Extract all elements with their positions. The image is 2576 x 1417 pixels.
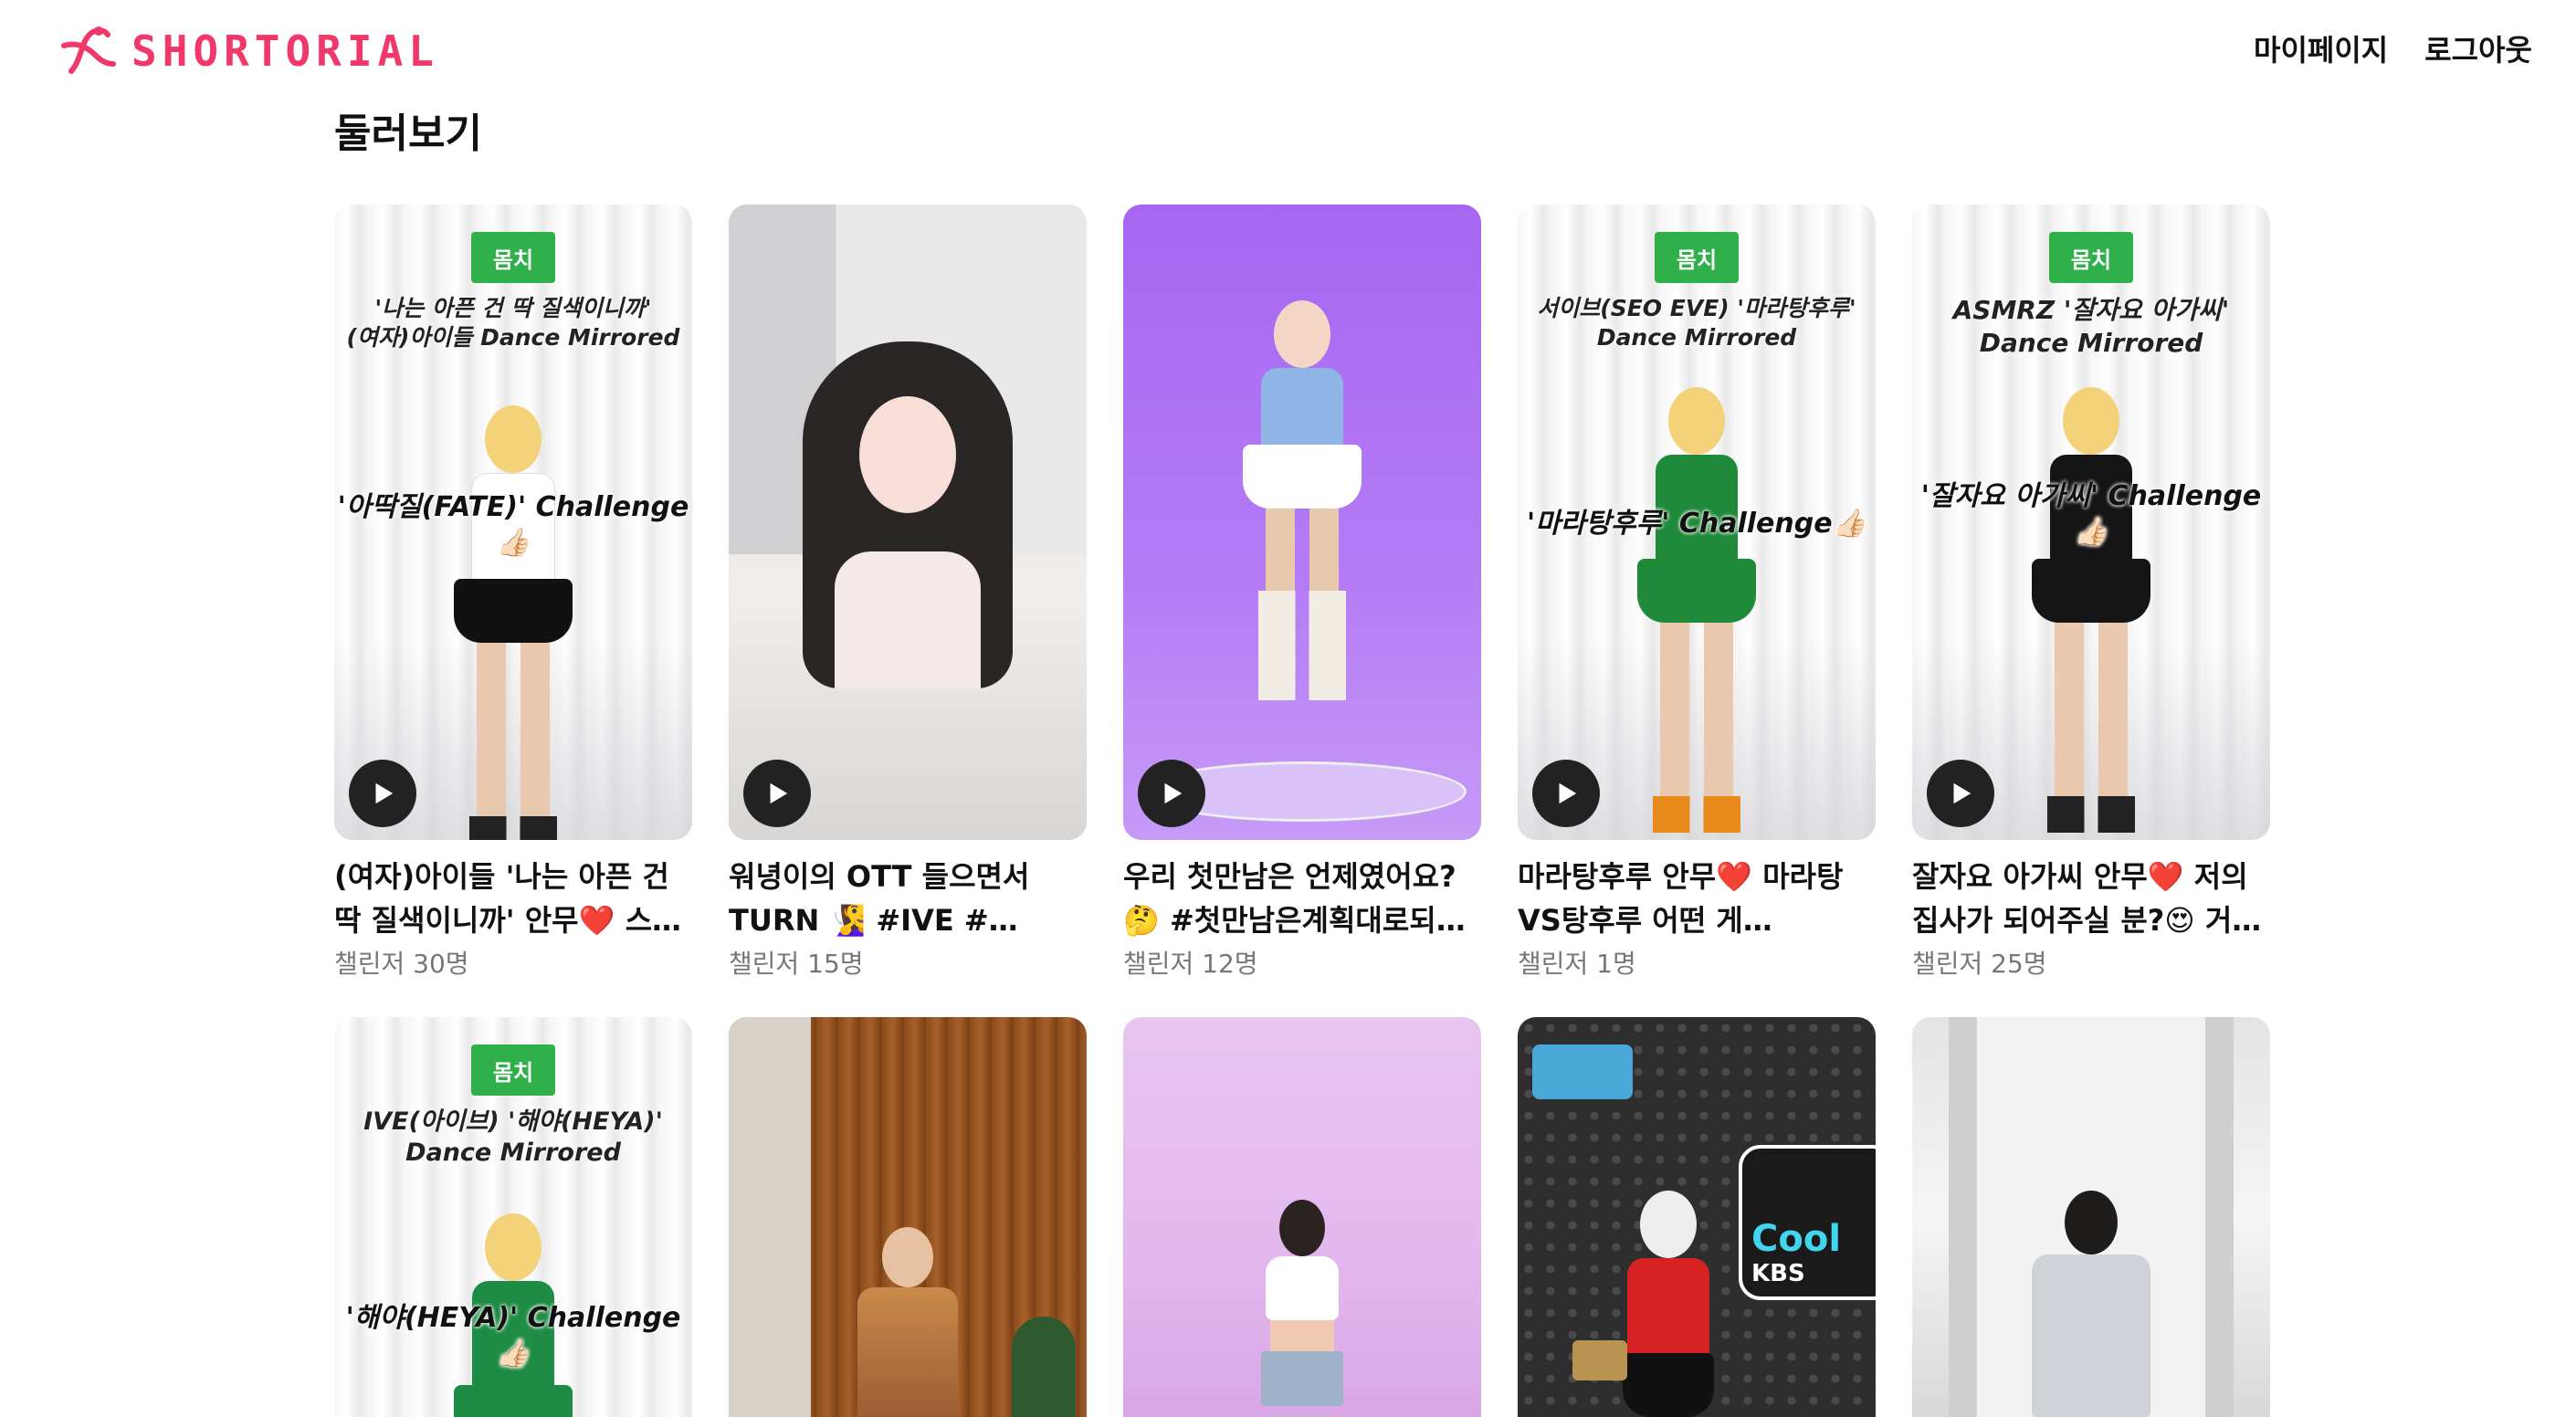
play-button[interactable] xyxy=(743,760,811,827)
video-thumbnail[interactable] xyxy=(729,205,1087,840)
video-thumbnail[interactable]: 몸치 ASMRZ '잘자요 아가씨' Dance Mirrored '잘자요 아… xyxy=(1912,205,2270,840)
video-title[interactable]: (여자)아이들 '나는 아픈 건 딱 질색이니까' 안무❤️ 스… xyxy=(334,855,692,942)
cool-label: Cool xyxy=(1751,1218,1842,1260)
challenger-count: 챌린저 30명 xyxy=(334,949,469,979)
overlay-title-line2: Dance Mirrored xyxy=(405,1139,621,1167)
video-thumbnail[interactable]: 몸치 IVE(아이브) '해야(HEYA)' Dance Mirrored '해… xyxy=(334,1017,692,1417)
play-button[interactable] xyxy=(1532,760,1600,827)
dancer-figure xyxy=(1637,387,1756,833)
logout-link[interactable]: 로그아웃 xyxy=(2424,27,2532,69)
challenger-count: 챌린저 25명 xyxy=(1912,949,2047,979)
play-button[interactable] xyxy=(1138,760,1205,827)
overlay-challenge: '잘자요 아가씨' Challenge👍🏻 xyxy=(1920,480,2262,548)
logo[interactable]: SHORTORIAL xyxy=(55,18,439,84)
exit-sign-logo: 몸치 xyxy=(471,1044,555,1096)
video-card[interactable] xyxy=(729,1017,1087,1417)
top-nav: 마이페이지 로그아웃 xyxy=(2254,27,2532,69)
play-button[interactable] xyxy=(349,760,416,827)
person-figure xyxy=(1622,1191,1714,1417)
video-card[interactable]: Cool KBS xyxy=(1518,1017,1876,1417)
mypage-link[interactable]: 마이페이지 xyxy=(2254,27,2388,69)
exit-sign-logo: 몸치 xyxy=(1655,232,1739,283)
video-card[interactable] xyxy=(1912,1017,2270,1417)
overlay-challenge: '마라탕후루' Challenge👍🏻 xyxy=(1527,508,1866,540)
video-title[interactable]: 마라탕후루 안무❤️ 마라탕 VS탕후루 어떤 게 좋아요?… xyxy=(1518,855,1876,942)
header: SHORTORIAL 마이페이지 로그아웃 xyxy=(0,0,2576,100)
dancer-figure xyxy=(454,405,573,840)
person-figure xyxy=(857,1227,958,1417)
video-card[interactable]: 우리 첫만남은 언제였어요? 🤔 #첫만남은계획대로되… 챌린저 12명 xyxy=(1123,205,1481,1017)
video-card[interactable]: 워녕이의 OTT 들으면서 TURN 🧏‍♀️ #IVE #아이브… 챌린저 1… xyxy=(729,205,1087,1017)
kbs-cool-sign: Cool KBS xyxy=(1739,1145,1876,1300)
shortorial-logo-icon xyxy=(61,26,116,74)
video-thumbnail[interactable]: Cool KBS xyxy=(1518,1017,1876,1417)
play-button[interactable] xyxy=(1927,760,1994,827)
video-title[interactable]: 잘자요 아가씨 안무❤️ 저의 집사가 되어주실 분?😍 거… xyxy=(1912,855,2270,942)
video-thumbnail[interactable]: 몸치 서이브(SEO EVE) '마라탕후루' Dance Mirrored '… xyxy=(1518,205,1876,840)
challenger-count: 챌린저 1명 xyxy=(1518,949,1636,979)
overlay-title-line1: 서이브(SEO EVE) '마라탕후루' xyxy=(1537,295,1856,321)
play-icon xyxy=(375,782,394,804)
video-thumbnail[interactable] xyxy=(1123,1017,1481,1417)
overlay-title-line2: Dance Mirrored xyxy=(1979,328,2203,358)
overlay-title-line1: IVE(아이브) '해야(HEYA)' xyxy=(363,1107,663,1136)
overlay-title-line1: ASMRZ '잘자요 아가씨' xyxy=(1952,295,2230,325)
video-title[interactable]: 워녕이의 OTT 들으면서 TURN 🧏‍♀️ #IVE #아이브… xyxy=(729,855,1087,942)
person-figure xyxy=(2032,1191,2150,1417)
exit-sign-logo: 몸치 xyxy=(471,232,555,283)
video-grid: 몸치 '나는 아픈 건 딱 질색이니까' (여자)아이들 Dance Mirro… xyxy=(334,205,2270,1417)
dancer-figure xyxy=(1243,300,1362,700)
exit-sign-logo: 몸치 xyxy=(2049,232,2133,283)
section-title: 둘러보기 xyxy=(334,110,482,157)
play-icon xyxy=(770,782,788,804)
play-icon xyxy=(1559,782,1577,804)
dancer-figure xyxy=(2032,387,2150,833)
overlay-title-line1: '나는 아픈 건 딱 질색이니까' xyxy=(374,295,652,321)
logo-text: SHORTORIAL xyxy=(131,26,439,76)
video-thumbnail[interactable] xyxy=(1123,205,1481,840)
video-card[interactable] xyxy=(1123,1017,1481,1417)
video-card[interactable]: 몸치 ASMRZ '잘자요 아가씨' Dance Mirrored '잘자요 아… xyxy=(1912,205,2270,1017)
overlay-challenge: '해야(HEYA)' Challenge👍🏻 xyxy=(345,1302,681,1370)
video-title[interactable]: 우리 첫만남은 언제였어요? 🤔 #첫만남은계획대로되… xyxy=(1123,855,1481,942)
challenger-count: 챌린저 15명 xyxy=(729,949,864,979)
video-thumbnail[interactable] xyxy=(729,1017,1087,1417)
play-icon xyxy=(1164,782,1183,804)
challenger-count: 챌린저 12명 xyxy=(1123,949,1258,979)
video-card[interactable]: 몸치 IVE(아이브) '해야(HEYA)' Dance Mirrored '해… xyxy=(334,1017,692,1417)
award-plaque xyxy=(1572,1340,1627,1380)
video-card[interactable]: 몸치 '나는 아픈 건 딱 질색이니까' (여자)아이들 Dance Mirro… xyxy=(334,205,692,1017)
kbs-label: KBS xyxy=(1751,1260,1805,1287)
overlay-title-line2: (여자)아이들 Dance Mirrored xyxy=(346,324,680,351)
video-thumbnail[interactable]: 몸치 '나는 아픈 건 딱 질색이니까' (여자)아이들 Dance Mirro… xyxy=(334,205,692,840)
radio-show-logo xyxy=(1532,1044,1633,1099)
tree-decoration xyxy=(1012,1317,1076,1417)
play-icon xyxy=(1953,782,1971,804)
person-figure xyxy=(1261,1200,1343,1406)
overlay-challenge: '아딱질(FATE)' Challenge👍🏻 xyxy=(337,491,689,559)
video-thumbnail[interactable] xyxy=(1912,1017,2270,1417)
video-card[interactable]: 몸치 서이브(SEO EVE) '마라탕후루' Dance Mirrored '… xyxy=(1518,205,1876,1017)
person-figure xyxy=(803,341,1013,688)
overlay-title-line2: Dance Mirrored xyxy=(1596,324,1797,351)
